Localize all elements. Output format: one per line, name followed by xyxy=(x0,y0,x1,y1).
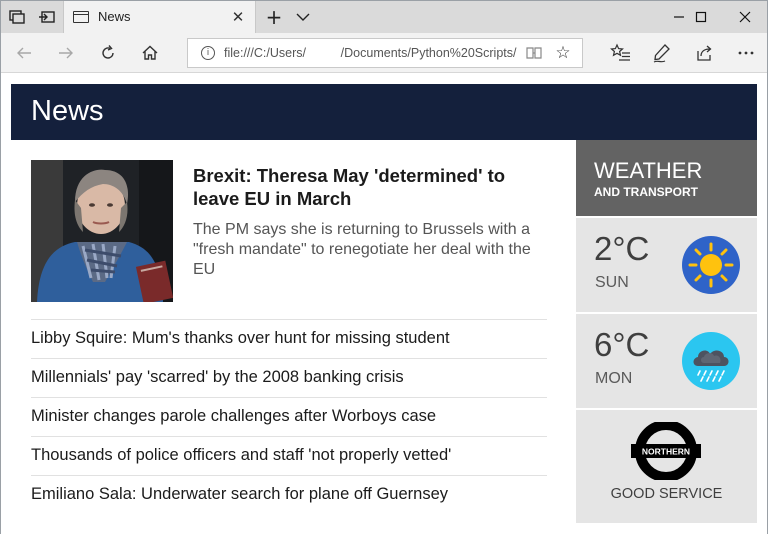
info-icon[interactable]: i xyxy=(201,46,215,60)
restore-tabs-icon[interactable] xyxy=(37,7,57,27)
story-headline[interactable]: Emiliano Sala: Underwater search for pla… xyxy=(31,485,448,504)
weather-header: WEATHER AND TRANSPORT xyxy=(576,140,757,216)
lead-story-headline[interactable]: Brexit: Theresa May 'determined' to leav… xyxy=(193,164,553,210)
story-headline[interactable]: Thousands of police officers and staff '… xyxy=(31,446,451,465)
transport-status: GOOD SERVICE xyxy=(610,486,723,502)
story-item[interactable]: Emiliano Sala: Underwater search for pla… xyxy=(31,475,547,514)
browser-window: News ✕ + i file:///C:/Users/ /Documents/… xyxy=(0,0,768,534)
tube-line-name: NORTHERN xyxy=(642,447,690,457)
close-icon[interactable]: ✕ xyxy=(229,7,247,27)
transport-card: NORTHERN GOOD SERVICE xyxy=(576,410,757,523)
navigation-bar: i file:///C:/Users/ /Documents/Python%20… xyxy=(1,33,767,73)
lead-story-image[interactable] xyxy=(31,160,173,302)
arrow-right-icon[interactable] xyxy=(53,41,79,65)
story-item[interactable]: Minister changes parole challenges after… xyxy=(31,397,547,436)
story-item[interactable]: Millennials' pay 'scarred' by the 2008 b… xyxy=(31,358,547,397)
story-headline[interactable]: Millennials' pay 'scarred' by the 2008 b… xyxy=(31,368,404,387)
pen-icon[interactable] xyxy=(651,42,673,64)
weather-subtitle: AND TRANSPORT xyxy=(594,185,698,199)
weather-card: 6°C MON xyxy=(576,314,757,408)
share-icon[interactable] xyxy=(693,42,715,64)
maximize-button[interactable] xyxy=(679,1,723,33)
address-bar[interactable]: i file:///C:/Users/ /Documents/Python%20… xyxy=(187,38,583,68)
address-url[interactable]: file:///C:/Users/ /Documents/Python%20Sc… xyxy=(224,46,524,62)
story-headline[interactable]: Minister changes parole challenges after… xyxy=(31,407,436,426)
story-item[interactable]: Libby Squire: Mum's thanks over hunt for… xyxy=(31,319,547,358)
tabs-aside-icon[interactable] xyxy=(7,7,27,27)
home-icon[interactable] xyxy=(137,41,163,65)
tab-bar: News ✕ + xyxy=(1,1,767,33)
page-header: News xyxy=(11,84,757,140)
underground-roundel-icon: NORTHERN xyxy=(629,420,703,482)
tab-news[interactable]: News ✕ xyxy=(63,1,256,33)
weather-temperature: 2°C xyxy=(594,230,650,267)
more-icon[interactable] xyxy=(735,42,757,64)
arrow-left-icon[interactable] xyxy=(11,41,37,65)
weather-title: WEATHER xyxy=(594,158,703,183)
weather-day: SUN xyxy=(595,274,629,291)
close-window-button[interactable] xyxy=(723,1,767,33)
plus-icon[interactable]: + xyxy=(263,5,285,29)
weather-card: 2°C SUN xyxy=(576,218,757,312)
book-icon[interactable] xyxy=(525,45,543,61)
page-title: News xyxy=(31,95,104,127)
page-content: News Brexit: Theresa May 'determined' to… xyxy=(1,74,767,534)
favorites-hub-icon[interactable] xyxy=(610,42,632,64)
chevron-down-icon[interactable] xyxy=(293,6,313,28)
rain-cloud-icon xyxy=(682,332,740,390)
story-item[interactable]: Thousands of police officers and staff '… xyxy=(31,436,547,475)
refresh-icon[interactable] xyxy=(95,41,121,65)
story-headline[interactable]: Libby Squire: Mum's thanks over hunt for… xyxy=(31,329,450,348)
lead-story-summary: The PM says she is returning to Brussels… xyxy=(193,221,531,278)
page-icon xyxy=(73,11,89,23)
tab-title: News xyxy=(98,9,131,24)
weather-day: MON xyxy=(595,370,633,387)
weather-temperature: 6°C xyxy=(594,326,650,363)
sun-icon xyxy=(682,236,740,294)
star-icon[interactable]: ☆ xyxy=(553,42,573,64)
